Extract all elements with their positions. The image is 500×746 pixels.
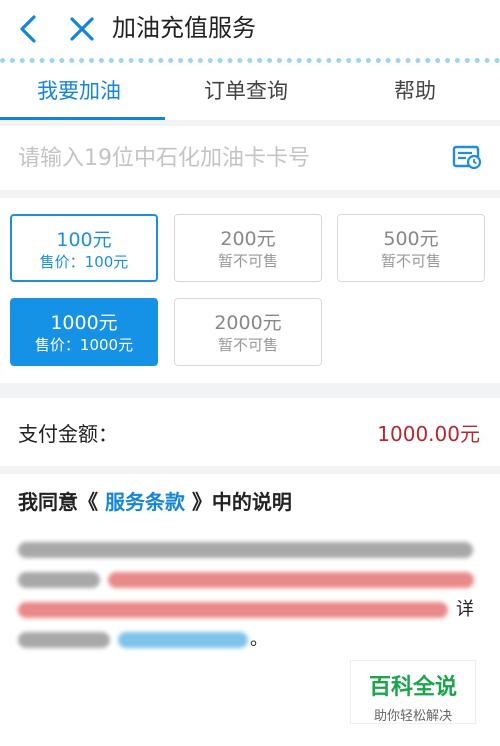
card-number-row [0,126,500,190]
terms-link[interactable]: 服务条款 [105,490,185,514]
tab-help[interactable]: 帮助 [394,75,436,105]
amount-price: 暂不可售 [380,252,441,270]
amount-value: 200元 [220,228,276,250]
blurred-notice-line [18,632,110,648]
notice-text-fragment: 。 [250,629,268,650]
amount-option-500[interactable]: 500元 暂不可售 [337,214,485,282]
payment-row: 支付金额： 1000.00元 [0,398,500,466]
card-scan-icon[interactable] [452,144,482,170]
amount-value: 500元 [383,228,439,250]
watermark-sub: 助你轻松解决 [373,709,452,724]
blurred-phone-number [118,632,248,648]
payment-amount: 1000.00元 [377,422,480,446]
amount-price: 售价：1000元 [34,336,134,354]
agreement-title: 我同意《 服务条款 》中的说明 [18,486,292,515]
watermark-logo: 百科全说 助你轻松解决 [350,660,476,724]
page-title: 加油充值服务 [112,14,256,42]
amount-value: 100元 [56,229,112,251]
amount-value: 2000元 [214,312,282,334]
amount-price: 售价：100元 [39,253,129,271]
notice-text-fragment: 详 [456,599,474,620]
amount-option-2000[interactable]: 2000元 暂不可售 [174,298,322,366]
tab-refuel[interactable]: 我要加油 [37,75,121,105]
agreement-suffix: 》中的说明 [191,490,292,514]
card-number-input[interactable] [18,136,438,180]
close-icon[interactable] [64,11,100,47]
blurred-notice-line [18,572,100,588]
watermark-main: 百科全说 [368,675,457,700]
amount-price: 暂不可售 [217,336,278,354]
payment-label: 支付金额： [18,422,118,446]
chevron-left-icon[interactable] [12,11,48,47]
blurred-notice-highlight [18,602,448,618]
amount-price: 暂不可售 [217,252,278,270]
amount-option-100[interactable]: 100元 售价：100元 [10,214,158,282]
blurred-notice-highlight [108,572,474,588]
amount-value: 1000元 [50,312,118,334]
agreement-prefix: 我同意《 [18,490,98,514]
tab-order-query[interactable]: 订单查询 [204,75,288,105]
amount-options: 100元 售价：100元 200元 暂不可售 500元 暂不可售 1000元 售… [0,198,500,383]
header: 加油充值服务 [0,0,500,58]
blurred-notice-line [18,542,473,558]
amount-option-1000[interactable]: 1000元 售价：1000元 [10,298,158,366]
active-tab-indicator [0,117,165,120]
amount-option-200[interactable]: 200元 暂不可售 [174,214,322,282]
tab-bar: 我要加油 订单查询 帮助 [0,58,500,120]
